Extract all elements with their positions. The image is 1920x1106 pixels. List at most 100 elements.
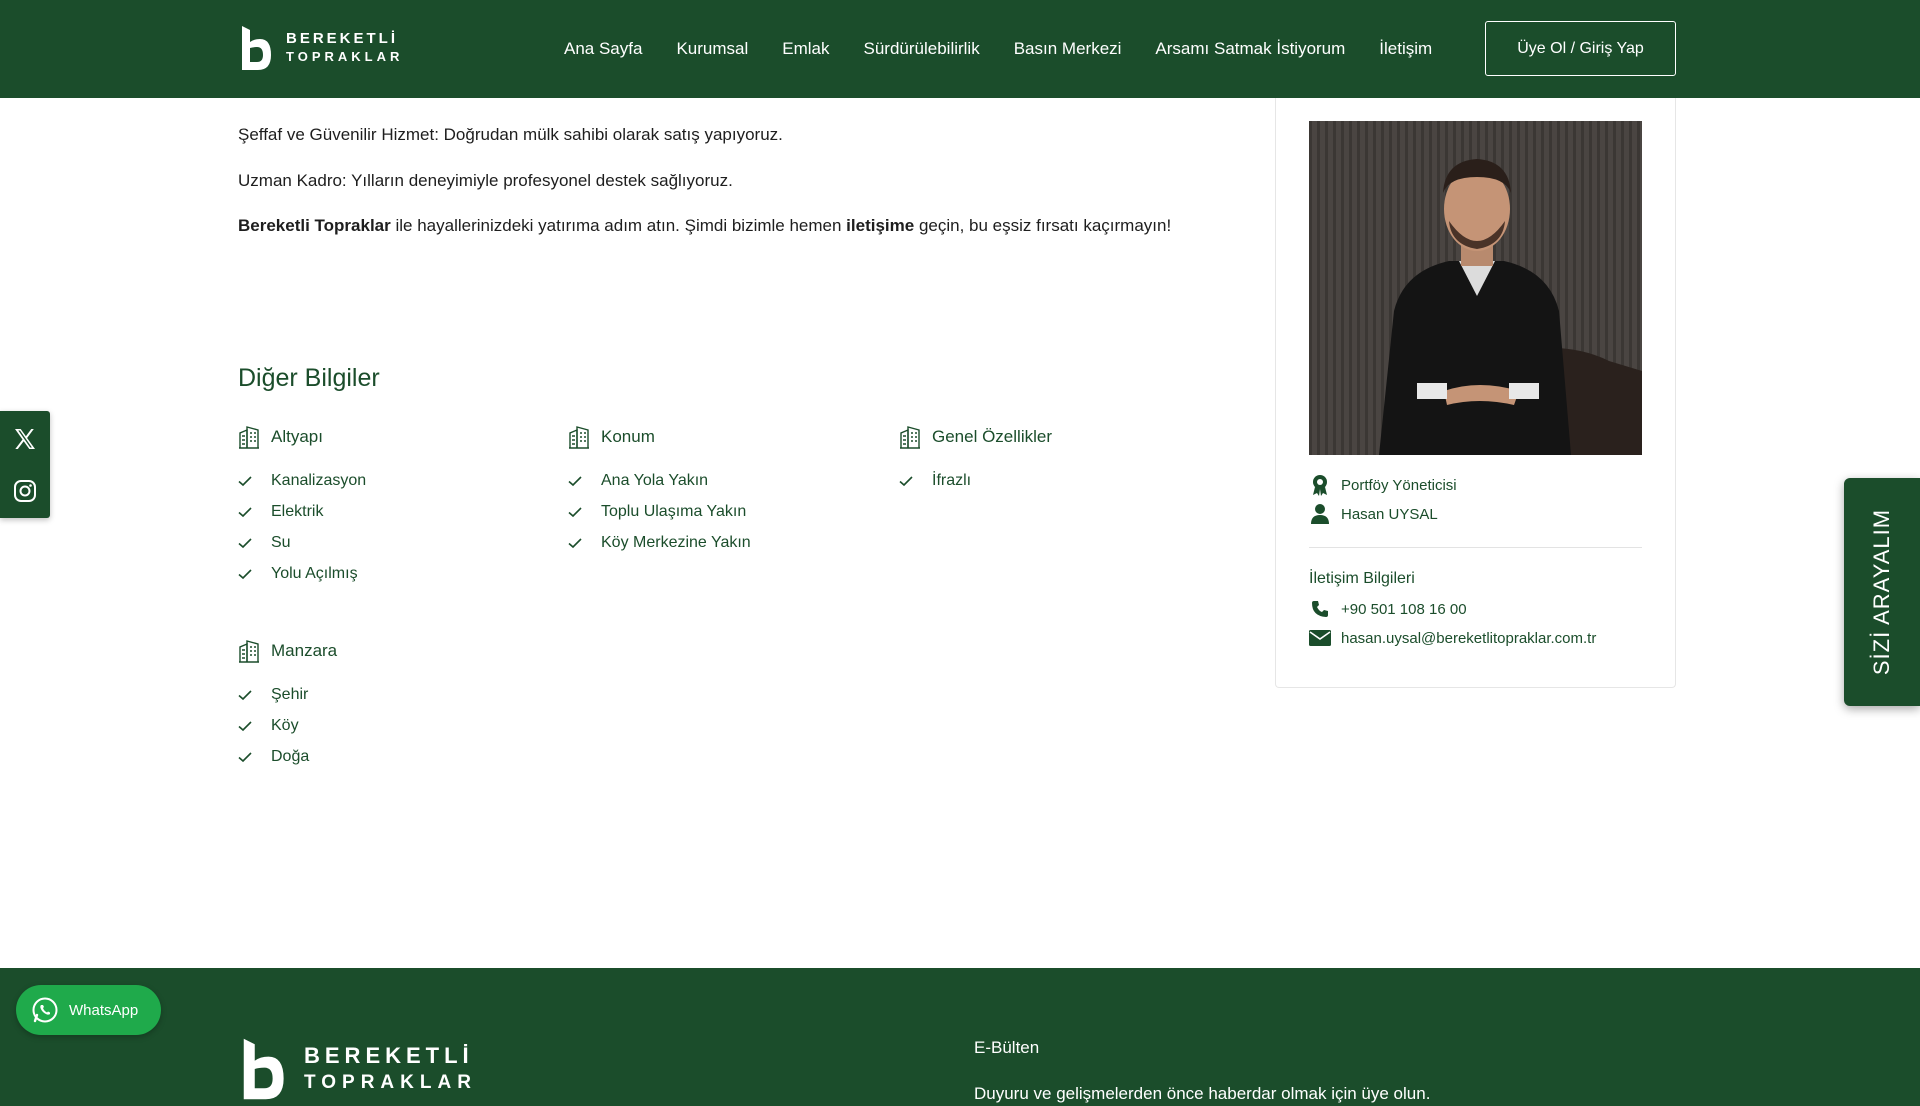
whatsapp-button[interactable]: WhatsApp <box>16 985 161 1035</box>
whatsapp-icon <box>32 997 58 1023</box>
list-item: Toplu Ulaşıma Yakın <box>568 496 751 527</box>
site-header: BEREKETLİ TOPRAKLAR Ana Sayfa Kurumsal E… <box>0 0 1920 98</box>
list-item-label: Yolu Açılmış <box>271 564 358 582</box>
check-icon <box>238 506 252 517</box>
agent-role-row: Portföy Yöneticisi <box>1309 474 1457 496</box>
nav-basin-merkezi[interactable]: Basın Merkezi <box>1014 39 1122 59</box>
call-me-tab[interactable]: SİZİ ARAYALIM <box>1844 478 1920 706</box>
list-item: Köy Merkezine Yakın <box>568 527 751 558</box>
list-item-label: Su <box>271 533 291 551</box>
agent-email[interactable]: hasan.uysal@bereketlitopraklar.com.tr <box>1341 630 1596 647</box>
building-icon <box>569 426 589 449</box>
list-item-label: Köy Merkezine Yakın <box>601 533 751 551</box>
site-footer: BEREKETLİ TOPRAKLAR E-Bülten Duyuru ve g… <box>0 968 1920 1106</box>
check-icon <box>238 689 252 700</box>
x-twitter-icon <box>15 429 35 449</box>
nav-ana-sayfa[interactable]: Ana Sayfa <box>564 39 642 59</box>
main-nav: Ana Sayfa Kurumsal Emlak Sürdürülebilirl… <box>564 0 1466 98</box>
check-icon <box>238 751 252 762</box>
agent-phone[interactable]: +90 501 108 16 00 <box>1341 601 1467 618</box>
nav-arsami-satmak[interactable]: Arsamı Satmak İstiyorum <box>1155 39 1345 59</box>
check-icon <box>238 568 252 579</box>
social-sidebar <box>0 411 50 518</box>
list-item: Köy <box>238 710 337 741</box>
footer-logo[interactable]: BEREKETLİ TOPRAKLAR <box>238 1036 477 1102</box>
logo-line2: TOPRAKLAR <box>286 49 404 64</box>
logo-mark-icon <box>242 26 271 70</box>
nav-kurumsal[interactable]: Kurumsal <box>676 39 748 59</box>
list-item-label: Köy <box>271 716 299 734</box>
list-item-label: Toplu Ulaşıma Yakın <box>601 502 747 520</box>
group-konum: Konum Ana Yola Yakın Toplu Ulaşıma Yakın… <box>568 423 751 558</box>
list-item-label: Ana Yola Yakın <box>601 471 709 489</box>
group-title: Genel Özellikler <box>932 427 1052 446</box>
check-icon <box>238 475 252 486</box>
cta-text-end: geçin, bu eşsiz fırsatı kaçırmayın! <box>914 216 1172 235</box>
group-altyapi: Altyapı Kanalizasyon Elektrik Su Yolu Aç… <box>238 423 366 589</box>
group-title: Manzara <box>271 641 338 660</box>
user-icon <box>1311 504 1329 524</box>
check-icon <box>238 720 252 731</box>
x-twitter-link[interactable] <box>11 425 39 453</box>
check-icon <box>238 537 252 548</box>
list-item: Şehir <box>238 679 337 710</box>
check-icon <box>568 475 582 486</box>
agent-name-row: Hasan UYSAL <box>1309 503 1438 525</box>
other-info-title: Diğer Bilgiler <box>238 364 380 392</box>
agent-portrait-image <box>1309 121 1642 455</box>
list-item: Kanalizasyon <box>238 465 366 496</box>
footer-logo-text: BEREKETLİ TOPRAKLAR <box>304 1042 477 1096</box>
check-icon <box>568 506 582 517</box>
contact-info-title: İletişim Bilgileri <box>1309 570 1415 587</box>
ebulten-title: E-Bülten <box>974 1038 1040 1057</box>
list-item: Yolu Açılmış <box>238 558 366 589</box>
phone-icon <box>1312 601 1328 617</box>
list-item: Ana Yola Yakın <box>568 465 751 496</box>
list-item-label: Kanalizasyon <box>271 471 367 489</box>
divider <box>1309 547 1642 548</box>
group-manzara: Manzara Şehir Köy Doğa <box>238 637 337 772</box>
call-me-label: SİZİ ARAYALIM <box>1869 508 1895 676</box>
logo-text: BEREKETLİ TOPRAKLAR <box>286 30 403 66</box>
bold-contact: iletişime <box>846 216 915 235</box>
paragraph-transparent-service: Şeffaf ve Güvenilir Hizmet: Doğrudan mül… <box>238 125 783 144</box>
building-icon <box>239 426 259 449</box>
login-register-button[interactable]: Üye Ol / Giriş Yap <box>1485 21 1676 76</box>
list-item-label: Doğa <box>271 747 310 765</box>
nav-surdurulebilirlik[interactable]: Sürdürülebilirlik <box>864 39 980 59</box>
logo-line1: BEREKETLİ <box>286 30 399 47</box>
list-item-label: Elektrik <box>271 502 324 520</box>
agent-email-row[interactable]: hasan.uysal@bereketlitopraklar.com.tr <box>1309 627 1596 649</box>
list-item: İfrazlı <box>899 465 1052 496</box>
bold-brand: Bereketli Topraklar <box>238 216 391 235</box>
ebulten-description: Duyuru ve gelişmelerden önce haberdar ol… <box>974 1084 1431 1103</box>
logo-mark-icon <box>243 1038 284 1100</box>
building-icon <box>900 426 920 449</box>
group-title: Altyapı <box>271 427 323 446</box>
paragraph-expert-staff: Uzman Kadro: Yılların deneyimiyle profes… <box>238 171 733 190</box>
list-item-label: İfrazlı <box>932 471 972 489</box>
agent-name: Hasan UYSAL <box>1341 505 1438 523</box>
list-item-label: Şehir <box>271 685 309 703</box>
agent-photo <box>1309 121 1642 455</box>
nav-iletisim[interactable]: İletişim <box>1379 39 1432 59</box>
agent-role: Portföy Yöneticisi <box>1341 476 1457 494</box>
footer-logo-line1: BEREKETLİ <box>304 1043 474 1068</box>
award-icon <box>1313 475 1327 496</box>
list-item: Doğa <box>238 741 337 772</box>
cta-text-mid: ile hayallerinizdeki yatırıma adım atın.… <box>390 216 847 235</box>
instagram-link[interactable] <box>11 477 39 505</box>
check-icon <box>899 475 913 486</box>
mail-icon <box>1309 630 1331 646</box>
nav-emlak[interactable]: Emlak <box>782 39 829 59</box>
check-icon <box>568 537 582 548</box>
instagram-icon <box>14 480 36 502</box>
footer-logo-line2: TOPRAKLAR <box>304 1072 477 1093</box>
whatsapp-label: WhatsApp <box>69 1001 139 1019</box>
agent-phone-row[interactable]: +90 501 108 16 00 <box>1309 598 1467 620</box>
group-genel-ozellikler: Genel Özellikler İfrazlı <box>899 423 1052 496</box>
list-item: Elektrik <box>238 496 366 527</box>
group-title: Konum <box>601 427 655 446</box>
site-logo[interactable]: BEREKETLİ TOPRAKLAR <box>238 24 403 72</box>
list-item: Su <box>238 527 366 558</box>
